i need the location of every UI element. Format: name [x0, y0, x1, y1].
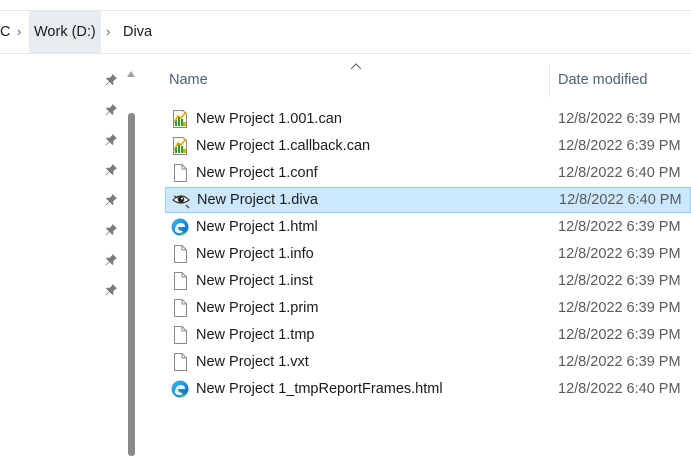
file-row[interactable]: New Project 1.inst 12/8/2022 6:39 PM	[166, 268, 691, 294]
file-name: New Project 1.conf	[196, 165, 318, 181]
file-explorer-window: C › Work (D:) › Diva Name Date modified …	[0, 0, 691, 456]
file-name: New Project 1.vxt	[196, 354, 309, 370]
breadcrumb[interactable]: C › Work (D:) › Diva	[0, 11, 691, 54]
chevron-right-icon[interactable]: ›	[106, 11, 110, 53]
blank-file-icon	[171, 245, 189, 263]
file-row[interactable]: New Project 1.vxt 12/8/2022 6:39 PM	[166, 349, 691, 375]
file-date-modified: 12/8/2022 6:39 PM	[558, 354, 681, 370]
file-date-modified: 12/8/2022 6:39 PM	[558, 219, 681, 235]
file-name: New Project 1.prim	[196, 300, 319, 316]
file-row[interactable]: New Project 1.html 12/8/2022 6:39 PM	[166, 214, 691, 240]
file-row-selected[interactable]: New Project 1.diva 12/8/2022 6:40 PM	[165, 187, 691, 213]
file-row[interactable]: New Project 1.callback.can 12/8/2022 6:39…	[166, 133, 691, 159]
file-name: New Project 1.info	[196, 246, 314, 262]
edge-icon	[171, 380, 189, 398]
file-name: New Project 1.html	[196, 219, 318, 235]
pin-icon[interactable]	[104, 103, 118, 117]
file-name: New Project 1.tmp	[196, 327, 315, 343]
sort-ascending-icon	[350, 63, 362, 70]
file-date-modified: 12/8/2022 6:39 PM	[558, 111, 681, 127]
blank-file-icon	[171, 164, 189, 182]
eye-file-icon	[172, 191, 190, 209]
breadcrumb-item-diva[interactable]: Diva	[123, 11, 152, 53]
pin-icon[interactable]	[104, 283, 118, 297]
blank-file-icon	[171, 272, 189, 290]
edge-icon	[171, 218, 189, 236]
blank-file-icon	[171, 326, 189, 344]
pin-icon[interactable]	[104, 163, 118, 177]
file-date-modified: 12/8/2022 6:39 PM	[558, 273, 681, 289]
file-row[interactable]: New Project 1.info 12/8/2022 6:39 PM	[166, 241, 691, 267]
breadcrumb-item-work-drive[interactable]: Work (D:)	[29, 11, 101, 53]
file-date-modified: 12/8/2022 6:39 PM	[558, 138, 681, 154]
pin-icon[interactable]	[104, 193, 118, 207]
scroll-up-arrow-icon[interactable]	[126, 69, 136, 79]
chevron-right-icon[interactable]: ›	[17, 11, 21, 53]
file-date-modified: 12/8/2022 6:40 PM	[558, 165, 681, 181]
file-name: New Project 1.001.can	[196, 111, 342, 127]
chart-file-icon	[171, 110, 189, 128]
blank-file-icon	[171, 353, 189, 371]
file-name: New Project 1.inst	[196, 273, 313, 289]
pin-icon[interactable]	[104, 133, 118, 147]
file-row[interactable]: New Project 1.001.can 12/8/2022 6:39 PM	[166, 106, 691, 132]
column-header-name[interactable]: Name	[169, 72, 208, 88]
file-row[interactable]: New Project 1.tmp 12/8/2022 6:39 PM	[166, 322, 691, 348]
file-name: New Project 1.callback.can	[196, 138, 371, 154]
file-date-modified: 12/8/2022 6:39 PM	[558, 300, 681, 316]
file-name: New Project 1_tmpReportFrames.html	[196, 381, 443, 397]
file-date-modified: 12/8/2022 6:40 PM	[558, 381, 681, 397]
file-name: New Project 1.diva	[197, 192, 318, 208]
file-date-modified: 12/8/2022 6:40 PM	[559, 192, 682, 208]
column-header-date-modified[interactable]: Date modified	[558, 72, 647, 88]
blank-file-icon	[171, 299, 189, 317]
file-date-modified: 12/8/2022 6:39 PM	[558, 327, 681, 343]
pin-icon[interactable]	[104, 253, 118, 267]
file-row[interactable]: New Project 1_tmpReportFrames.html 12/8/2…	[166, 376, 691, 402]
pin-icon[interactable]	[104, 223, 118, 237]
breadcrumb-item-pc[interactable]: C	[0, 11, 10, 53]
column-divider[interactable]	[549, 64, 550, 97]
chart-file-icon	[171, 137, 189, 155]
pin-icon[interactable]	[104, 73, 118, 87]
file-date-modified: 12/8/2022 6:39 PM	[558, 246, 681, 262]
file-row[interactable]: New Project 1.prim 12/8/2022 6:39 PM	[166, 295, 691, 321]
scrollbar-thumb[interactable]	[128, 113, 135, 456]
file-row[interactable]: New Project 1.conf 12/8/2022 6:40 PM	[166, 160, 691, 186]
